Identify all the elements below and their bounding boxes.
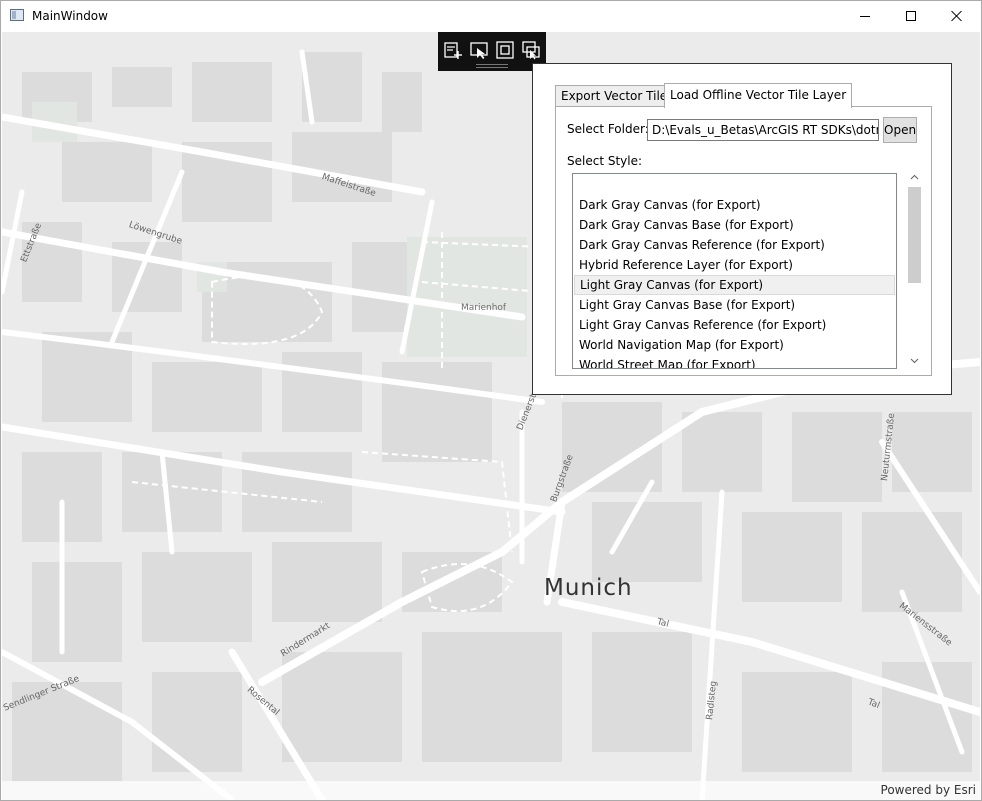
measure-icon <box>522 41 540 60</box>
window-title: MainWindow <box>32 9 108 23</box>
folder-label: Select Folder: <box>567 122 649 136</box>
tab-content: Select Folder: D:\Evals_u_Betas\ArcGIS R… <box>555 106 932 376</box>
open-button[interactable]: Open <box>883 117 917 143</box>
chevron-up-icon[interactable] <box>910 173 919 182</box>
tab-load-offline-layer[interactable]: Load Offline Vector Tile Layer <box>664 83 853 108</box>
measure-button[interactable] <box>521 40 541 60</box>
style-label: Select Style: <box>567 154 643 168</box>
style-list-scrollbar[interactable] <box>906 169 923 369</box>
map-toolbar <box>438 32 546 71</box>
maximize-button[interactable] <box>888 1 934 31</box>
minimize-icon <box>860 15 870 17</box>
close-icon <box>951 10 963 22</box>
tab-export-vector-tiles[interactable]: Export Vector Tiles <box>555 85 680 107</box>
add-layer-button[interactable] <box>443 40 463 60</box>
chevron-down-icon[interactable] <box>910 356 919 365</box>
list-item[interactable]: Hybrid Reference Layer (for Export) <box>574 255 895 275</box>
add-layer-icon <box>444 42 462 59</box>
select-icon <box>470 42 488 59</box>
folder-path-input[interactable]: D:\Evals_u_Betas\ArcGIS RT SDKs\dotnet\Q <box>647 119 879 141</box>
list-item[interactable]: World Navigation Map (for Export) <box>574 335 895 355</box>
attribution-bar: Powered by Esri <box>2 781 980 800</box>
scrollbar-thumb[interactable] <box>908 187 921 283</box>
attribution-text[interactable]: Powered by Esri <box>881 783 976 797</box>
style-list[interactable]: Dark Gray Canvas (for Export) Dark Gray … <box>572 173 897 369</box>
list-item[interactable] <box>574 174 895 194</box>
main-window: MainWindow Marienhof Munich Maffeistraße… <box>0 0 982 801</box>
list-item[interactable]: World Street Map (for Export) <box>574 355 895 368</box>
list-item[interactable]: Dark Gray Canvas Base (for Export) <box>574 215 895 235</box>
park-label: Marienhof <box>461 303 507 313</box>
list-item[interactable]: Dark Gray Canvas Reference (for Export) <box>574 235 895 255</box>
extent-icon <box>496 41 514 59</box>
extent-button[interactable] <box>495 40 515 60</box>
maximize-icon <box>906 11 916 21</box>
close-button[interactable] <box>934 1 980 31</box>
toolbar-grip[interactable] <box>476 64 508 65</box>
select-button[interactable] <box>469 40 489 60</box>
minimize-button[interactable] <box>842 1 888 31</box>
app-icon <box>10 9 24 21</box>
list-item[interactable]: Light Gray Canvas Base (for Export) <box>574 295 895 315</box>
list-item[interactable]: Light Gray Canvas Reference (for Export) <box>574 315 895 335</box>
list-item[interactable]: Dark Gray Canvas (for Export) <box>574 195 895 215</box>
offline-layer-panel: Export Vector Tiles Load Offline Vector … <box>532 63 952 395</box>
city-label: Munich <box>544 575 633 601</box>
list-item-selected[interactable]: Light Gray Canvas (for Export) <box>574 275 895 295</box>
title-bar: MainWindow <box>1 1 981 32</box>
toolbar-grip[interactable] <box>476 67 508 68</box>
